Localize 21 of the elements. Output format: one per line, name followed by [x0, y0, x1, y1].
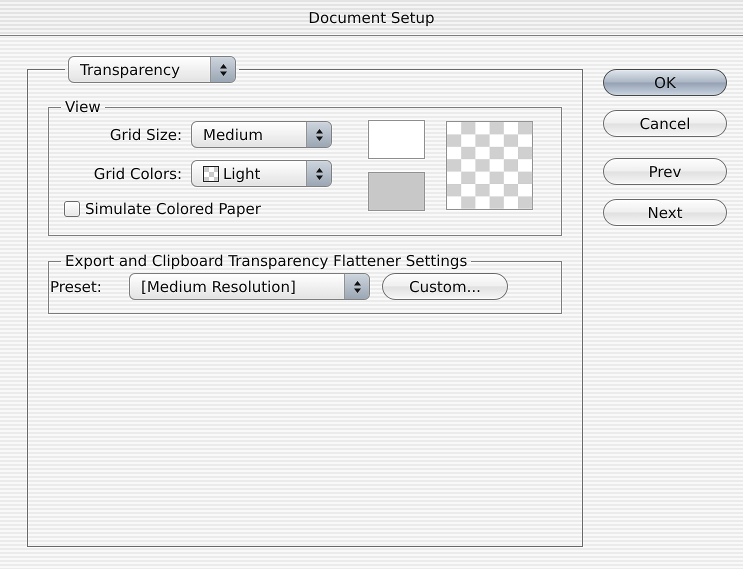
custom-button[interactable]: Custom...	[382, 273, 508, 300]
preset-popup[interactable]: [Medium Resolution]	[129, 273, 370, 300]
stepper-icon	[316, 168, 322, 180]
field-label: Grid Size:	[108, 126, 183, 144]
dialog-button[interactable]: OK	[603, 69, 727, 96]
window-title: Document Setup	[308, 8, 435, 26]
group-title: Export and Clipboard Transparency Flattener Settings	[65, 252, 468, 270]
simulate-paper-checkbox[interactable]: Simulate Colored Paper	[64, 200, 341, 218]
field-label: Preset:	[50, 278, 103, 296]
section-popup[interactable]: Transparency	[68, 56, 236, 83]
grid-size-popup[interactable]: Medium	[191, 121, 332, 148]
checker-icon	[203, 166, 219, 182]
dialog-button[interactable]: Prev	[603, 158, 727, 185]
stepper-icon	[316, 128, 322, 140]
stepper-icon	[354, 280, 360, 292]
dialog-button[interactable]: Cancel	[603, 110, 727, 137]
field-label: Grid Colors:	[92, 164, 183, 182]
grid-colors-popup[interactable]: Light	[191, 160, 332, 187]
stepper-icon	[220, 64, 226, 76]
group-title: View	[65, 98, 101, 116]
dialog-button[interactable]: Next	[603, 199, 727, 226]
